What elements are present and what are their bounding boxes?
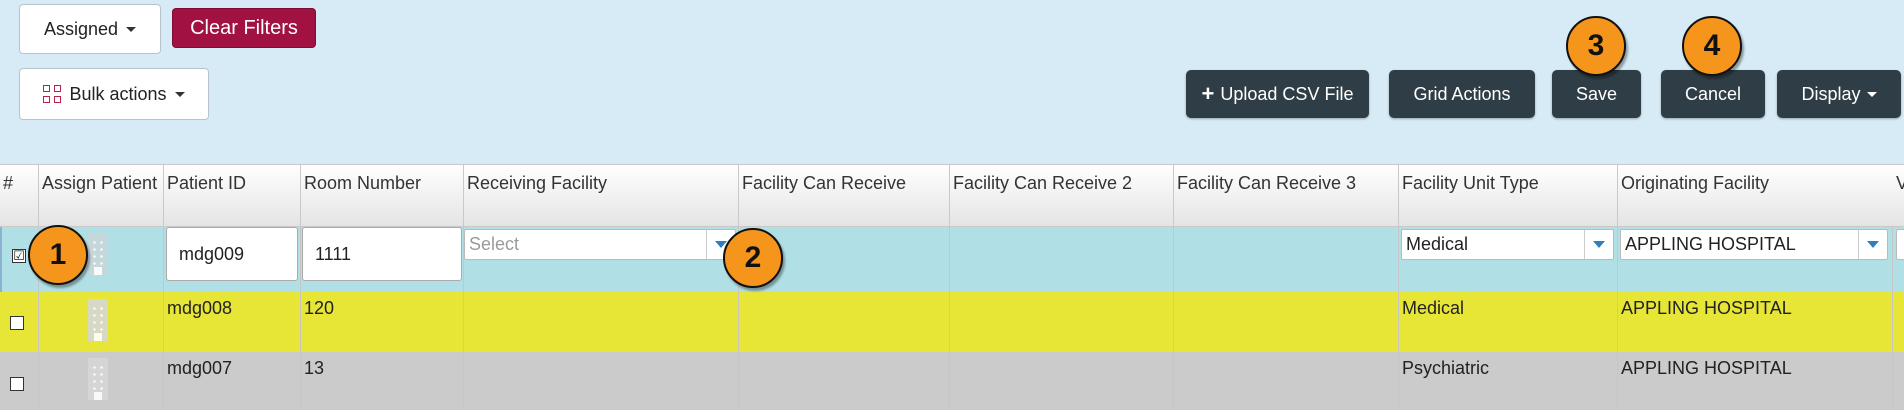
table-row-editing[interactable]: ☑ mdg009 1111 Select Medical APPLING HOS…: [0, 227, 1904, 292]
assign-patient-cell[interactable]: [39, 292, 164, 352]
room-number-cell[interactable]: 120: [301, 292, 464, 352]
facility-can-receive-3-cell[interactable]: [1174, 227, 1399, 292]
column-header-patient-id[interactable]: Patient ID: [164, 164, 301, 227]
facility-unit-type-value: Medical: [1406, 234, 1469, 254]
callout-3: 3: [1566, 16, 1626, 76]
room-number-cell: 1111: [301, 227, 464, 292]
assigned-filter-dropdown[interactable]: Assigned: [19, 4, 161, 54]
grid-icon: [43, 85, 62, 103]
room-number-input[interactable]: 1111: [302, 227, 462, 281]
column-header-assign-patient[interactable]: Assign Patient: [39, 164, 164, 227]
column-header-overflow[interactable]: V: [1893, 164, 1904, 227]
checkbox-icon[interactable]: [10, 377, 24, 391]
save-button[interactable]: Save: [1552, 70, 1641, 118]
upload-csv-label: Upload CSV File: [1220, 83, 1354, 104]
caret-down-icon: [1866, 91, 1877, 97]
row-checkbox-cell[interactable]: [0, 292, 39, 352]
receiving-facility-cell: Select: [464, 227, 739, 292]
hospital-building-icon[interactable]: [88, 358, 108, 400]
callout-1: 1: [28, 225, 88, 285]
caret-down-icon: [174, 91, 185, 97]
column-header-facility-can-receive[interactable]: Facility Can Receive: [739, 164, 950, 227]
hospital-building-icon[interactable]: [88, 233, 108, 275]
originating-facility-cell[interactable]: APPLING HOSPITAL: [1618, 352, 1893, 410]
bulk-actions-dropdown[interactable]: Bulk actions: [19, 68, 209, 120]
column-header-originating-facility[interactable]: Originating Facility: [1618, 164, 1904, 227]
patient-grid: # Assign Patient Patient ID Room Number …: [0, 164, 1904, 410]
patient-id-input[interactable]: mdg009: [166, 227, 298, 281]
dropdown-arrow-icon[interactable]: [1584, 230, 1613, 259]
overflow-cell[interactable]: [1893, 352, 1904, 410]
overflow-cell: [1893, 227, 1904, 292]
clear-filters-button[interactable]: Clear Filters: [172, 8, 316, 48]
facility-unit-type-cell: Medical: [1399, 227, 1618, 292]
facility-can-receive-cell[interactable]: [739, 292, 950, 352]
table-row[interactable]: mdg008 120 Medical APPLING HOSPITAL: [0, 292, 1904, 352]
facility-can-receive-3-cell[interactable]: [1174, 352, 1399, 410]
callout-2: 2: [723, 228, 783, 288]
overflow-cell[interactable]: [1893, 292, 1904, 352]
column-header-room-number[interactable]: Room Number: [301, 164, 464, 227]
facility-can-receive-2-cell[interactable]: [950, 352, 1174, 410]
assigned-filter-label: Assigned: [43, 18, 119, 39]
facility-can-receive-2-cell[interactable]: [950, 227, 1174, 292]
assign-patient-cell[interactable]: [39, 352, 164, 410]
originating-facility-value: APPLING HOSPITAL: [1625, 234, 1796, 254]
column-header-facility-unit-type[interactable]: Facility Unit Type: [1399, 164, 1618, 227]
grid-actions-button[interactable]: Grid Actions: [1389, 70, 1535, 118]
caret-down-icon: [126, 26, 137, 32]
facility-can-receive-2-cell[interactable]: [950, 292, 1174, 352]
room-number-cell[interactable]: 13: [301, 352, 464, 410]
facility-unit-type-select[interactable]: Medical: [1401, 229, 1614, 260]
plus-icon: +: [1201, 81, 1215, 106]
bulk-actions-label: Bulk actions: [69, 83, 167, 104]
patient-id-cell[interactable]: mdg008: [164, 292, 301, 352]
column-header-receiving-facility[interactable]: Receiving Facility: [464, 164, 739, 227]
receiving-facility-placeholder: Select: [469, 234, 520, 254]
column-header-facility-can-receive-3[interactable]: Facility Can Receive 3: [1174, 164, 1399, 227]
receiving-facility-cell[interactable]: [464, 292, 739, 352]
facility-unit-type-cell[interactable]: Psychiatric: [1399, 352, 1618, 410]
facility-unit-type-cell[interactable]: Medical: [1399, 292, 1618, 352]
column-header-index[interactable]: #: [0, 164, 39, 227]
patient-id-cell: mdg009: [164, 227, 301, 292]
row-checkbox-cell[interactable]: [0, 352, 39, 410]
cancel-button[interactable]: Cancel: [1661, 70, 1765, 118]
facility-can-receive-cell[interactable]: [739, 352, 950, 410]
upload-csv-button[interactable]: + Upload CSV File: [1186, 70, 1369, 118]
dropdown-arrow-icon[interactable]: [1858, 230, 1887, 259]
facility-can-receive-3-cell[interactable]: [1174, 292, 1399, 352]
receiving-facility-cell[interactable]: [464, 352, 739, 410]
originating-facility-cell[interactable]: APPLING HOSPITAL: [1618, 292, 1893, 352]
checkbox-icon[interactable]: [10, 316, 24, 330]
originating-facility-cell: APPLING HOSPITAL: [1618, 227, 1893, 292]
overflow-select[interactable]: [1896, 229, 1904, 260]
callout-4: 4: [1682, 16, 1742, 76]
patient-id-cell[interactable]: mdg007: [164, 352, 301, 410]
originating-facility-select[interactable]: APPLING HOSPITAL: [1620, 229, 1888, 260]
hospital-building-icon[interactable]: [88, 299, 108, 341]
column-header-facility-can-receive-2[interactable]: Facility Can Receive 2: [950, 164, 1174, 227]
checkbox-icon[interactable]: ☑: [12, 249, 26, 263]
receiving-facility-select[interactable]: Select: [464, 229, 736, 260]
table-row[interactable]: mdg007 13 Psychiatric APPLING HOSPITAL: [0, 352, 1904, 410]
display-dropdown[interactable]: Display: [1777, 70, 1901, 118]
display-label: Display: [1801, 83, 1861, 104]
